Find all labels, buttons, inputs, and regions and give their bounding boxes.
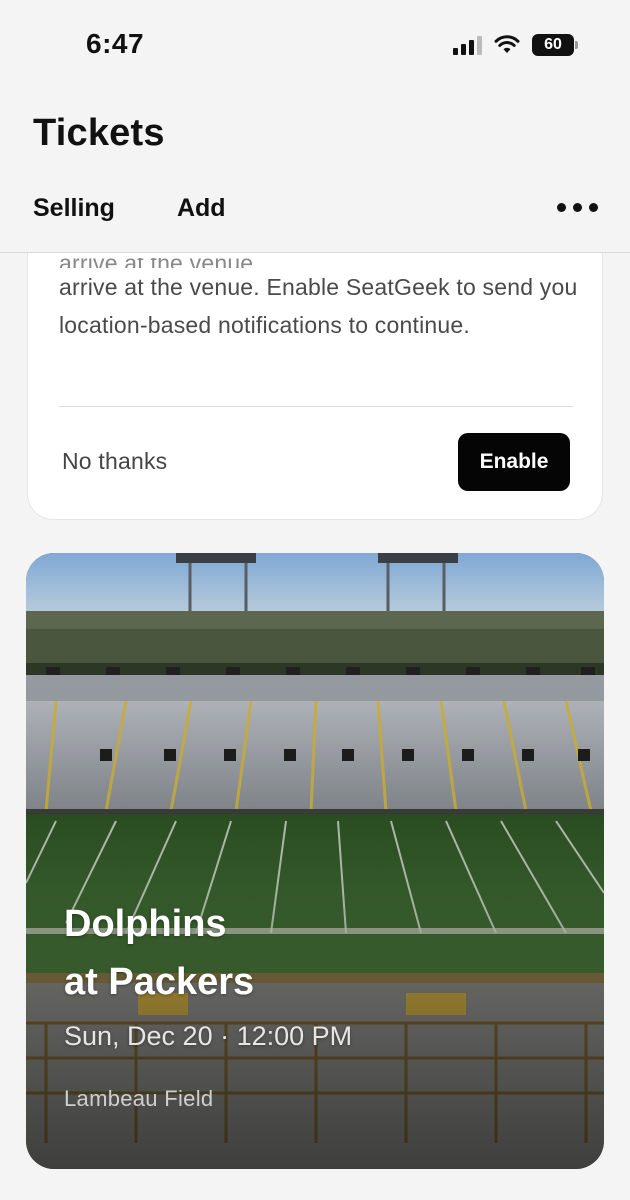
event-date-time: Sun, Dec 20 · 12:00 PM (64, 1021, 353, 1051)
cellular-signal-icon (453, 35, 482, 55)
location-notification-card: arrive at the venue arrive at the venue.… (27, 253, 603, 520)
location-notification-body: arrive at the venue. Enable SeatGeek to … (59, 274, 578, 338)
battery-icon: 60 (532, 34, 578, 56)
card-divider (59, 406, 573, 407)
tickets-scroll-area[interactable]: arrive at the venue arrive at the venue.… (0, 253, 630, 1200)
status-time: 6:47 (86, 28, 145, 59)
location-notification-message: arrive at the venue arrive at the venue.… (59, 258, 579, 344)
no-thanks-button[interactable]: No thanks (62, 448, 167, 475)
enable-button[interactable]: Enable (458, 433, 570, 491)
stadium-photo (26, 553, 604, 1169)
event-title-line-1: Dolphins (64, 903, 227, 945)
status-icons: 60 (453, 34, 578, 56)
more-options-icon[interactable] (557, 203, 598, 212)
tab-add[interactable]: Add (177, 194, 226, 223)
tab-selling[interactable]: Selling (33, 194, 115, 223)
battery-percentage: 60 (544, 36, 562, 53)
event-card[interactable]: Dolphins at Packers Sun, Dec 20 · 12:00 … (26, 553, 604, 1169)
tab-bar: Selling Add (33, 194, 226, 223)
event-title: Dolphins at Packers (64, 895, 254, 1011)
location-notification-clipped-line: arrive at the venue (59, 258, 579, 268)
status-bar: 6:47 60 (0, 0, 630, 92)
wifi-icon (494, 35, 520, 53)
event-title-line-2: at Packers (64, 961, 255, 1003)
page-title: Tickets (33, 112, 165, 154)
event-venue: Lambeau Field (64, 1086, 214, 1111)
